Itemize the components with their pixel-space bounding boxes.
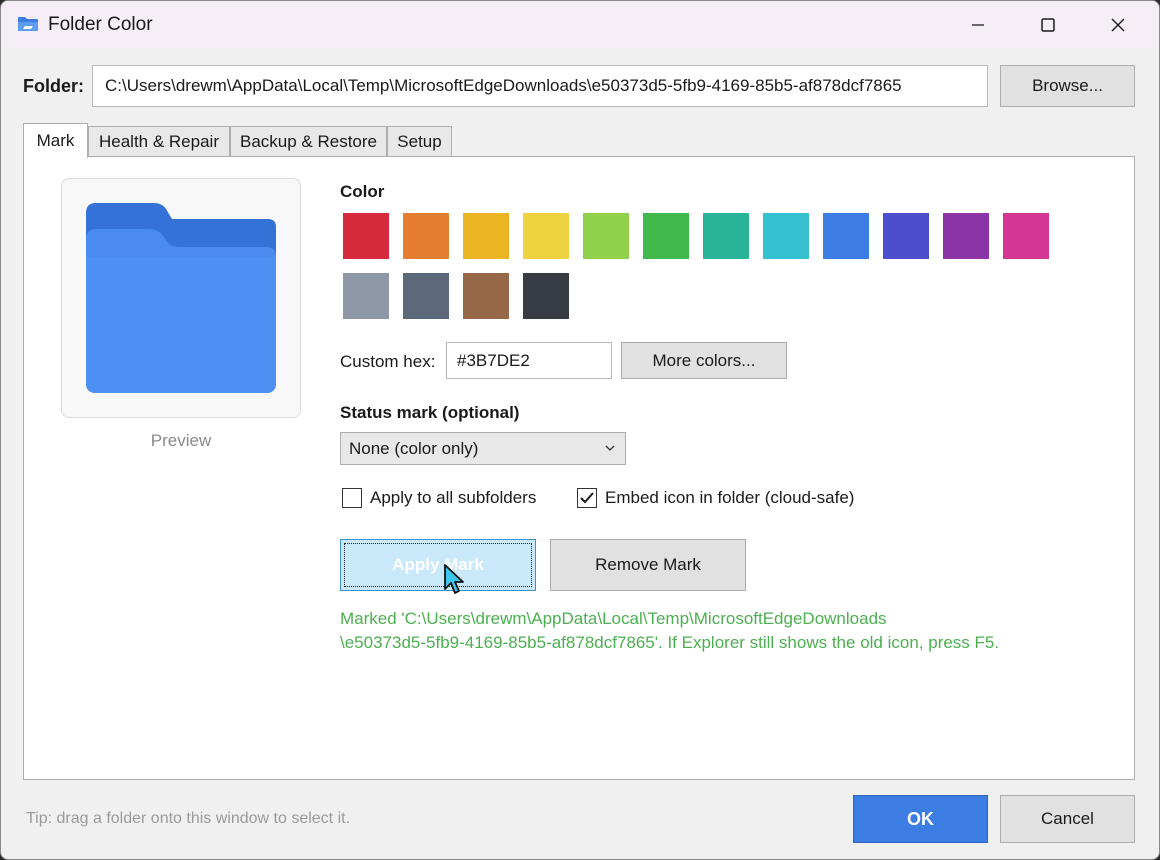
color-swatch[interactable] [523, 273, 569, 319]
tab-health-repair[interactable]: Health & Repair [88, 126, 230, 157]
maximize-button[interactable] [1013, 1, 1083, 48]
status-message: Marked 'C:\Users\drewm\AppData\Local\Tem… [340, 607, 1100, 655]
preview-folder-icon [86, 203, 276, 393]
focus-ring [344, 543, 532, 587]
browse-button[interactable]: Browse... [1000, 65, 1135, 107]
color-swatch[interactable] [883, 213, 929, 259]
title-bar: Folder Color [1, 1, 1159, 48]
folder-color-window: Folder Color Folder: C:\Users\drewm\AppD… [0, 0, 1160, 860]
status-mark-label: Status mark (optional) [340, 403, 520, 422]
color-swatch[interactable] [643, 213, 689, 259]
color-swatch[interactable] [463, 273, 509, 319]
minimize-button[interactable] [943, 1, 1013, 48]
checkmark-icon [580, 492, 594, 504]
chevron-down-icon [605, 445, 615, 451]
close-button[interactable] [1083, 1, 1153, 48]
folder-label: Folder: [23, 76, 84, 96]
color-swatch[interactable] [823, 213, 869, 259]
app-folder-icon [18, 17, 38, 31]
tab-setup[interactable]: Setup [387, 126, 452, 157]
mark-tab-panel: Preview Color Custom hex: #3B7DE2 More c… [23, 156, 1135, 780]
status-mark-select[interactable]: None (color only) [340, 432, 626, 465]
color-swatch[interactable] [583, 213, 629, 259]
custom-hex-input[interactable]: #3B7DE2 [446, 342, 612, 379]
color-swatch[interactable] [343, 273, 389, 319]
ok-button[interactable]: OK [853, 795, 988, 843]
color-swatch[interactable] [1003, 213, 1049, 259]
remove-mark-button[interactable]: Remove Mark [550, 539, 746, 591]
tip-text: Tip: drag a folder onto this window to s… [26, 810, 351, 827]
apply-mark-button[interactable]: Apply Mark [340, 539, 536, 591]
tab-backup-restore[interactable]: Backup & Restore [230, 126, 387, 157]
status-mark-selected: None (color only) [349, 439, 479, 458]
more-colors-button[interactable]: More colors... [621, 342, 787, 379]
color-label: Color [340, 182, 385, 201]
minimize-icon [972, 23, 984, 26]
custom-hex-label: Custom hex: [340, 352, 436, 371]
color-swatch[interactable] [463, 213, 509, 259]
close-icon [1111, 18, 1125, 31]
embed-icon-label: Embed icon in folder (cloud-safe) [605, 488, 855, 507]
apply-subfolders-checkbox[interactable] [342, 488, 362, 508]
color-swatch[interactable] [403, 273, 449, 319]
color-swatch[interactable] [403, 213, 449, 259]
embed-icon-checkbox[interactable] [577, 488, 597, 508]
color-swatch[interactable] [703, 213, 749, 259]
color-swatch[interactable] [523, 213, 569, 259]
status-message-line2: \e50373d5-5fb9-4169-85b5-af878dcf7865'. … [340, 633, 1000, 652]
cancel-button[interactable]: Cancel [1000, 795, 1135, 843]
maximize-icon [1041, 17, 1055, 32]
preview-box [61, 178, 301, 418]
mouse-cursor-icon [444, 564, 464, 594]
color-swatch[interactable] [763, 213, 809, 259]
status-message-line1: Marked 'C:\Users\drewm\AppData\Local\Tem… [340, 609, 887, 628]
preview-label: Preview [150, 431, 212, 450]
window-title: Folder Color [48, 14, 153, 35]
folder-path-input[interactable]: C:\Users\drewm\AppData\Local\Temp\Micros… [92, 65, 988, 107]
tab-mark[interactable]: Mark [23, 123, 88, 158]
color-swatch[interactable] [943, 213, 989, 259]
color-swatch[interactable] [343, 213, 389, 259]
apply-subfolders-label: Apply to all subfolders [370, 488, 537, 507]
